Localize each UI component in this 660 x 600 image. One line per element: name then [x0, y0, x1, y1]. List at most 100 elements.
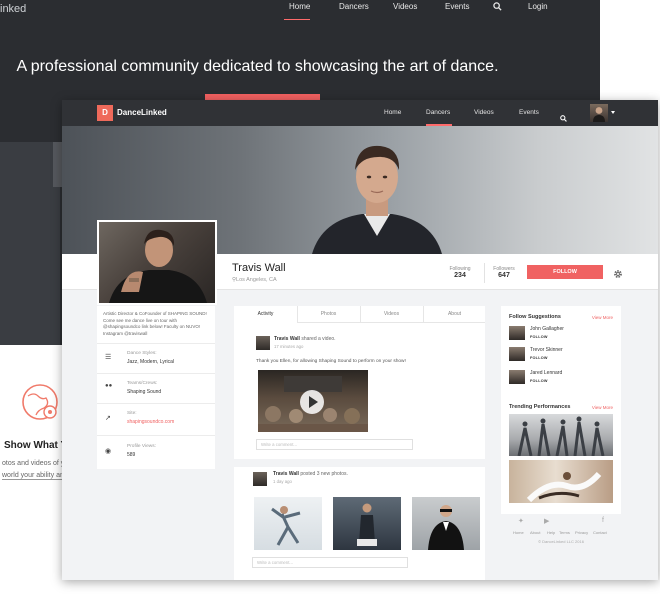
tab-activity[interactable]: Activity [234, 306, 297, 323]
post-time: 17 minutes ago [274, 344, 304, 349]
profile-photo[interactable] [97, 220, 217, 305]
group-icon: ●● [105, 383, 113, 389]
suggestion-follow-button[interactable]: FOLLOW [530, 356, 548, 362]
photo-thumbnail[interactable] [254, 497, 322, 550]
post-action: posted 3 new photos. [300, 471, 348, 477]
profile-name: Travis Wall [232, 262, 286, 274]
detail-label: Site: [127, 411, 137, 416]
tab-about[interactable]: About [423, 306, 486, 323]
footer-link-contact[interactable]: Contact [593, 530, 607, 535]
trending-image-1 [517, 416, 605, 456]
profile-about-panel: Artistic Director & CoFounder of SHAPING… [97, 306, 215, 469]
right-sidebar: Follow Suggestions View More John Gallag… [501, 306, 621, 514]
post-author-avatar[interactable] [253, 472, 267, 486]
photo-thumbnail[interactable] [412, 497, 480, 550]
copyright: © DanceLinked LLC 2016 [538, 539, 584, 544]
suggestion-name[interactable]: John Gallagher [530, 326, 564, 332]
profile-location-text: Los Angeles, CA [236, 277, 277, 283]
trending-title: Trending Performances [509, 404, 571, 410]
dancer-photo-3 [428, 505, 464, 550]
followers-count[interactable]: 647 [484, 272, 524, 279]
bg-feature-text-1: otos and videos of y [2, 460, 65, 467]
detail-value: Shaping Sound [127, 389, 162, 395]
post-time: 1 day ago [273, 479, 292, 484]
navbar: D DanceLinked Home Dancers Videos Events [62, 100, 658, 126]
detail-profile-views: ◉ Profile Views: 589 [97, 435, 215, 469]
bg-nav-dancers[interactable]: Dancers [339, 2, 369, 11]
detail-teams: ●● Teams/Crews: Shaping Sound [97, 373, 215, 403]
tab-photos[interactable]: Photos [297, 306, 360, 323]
suggestion-avatar[interactable] [509, 370, 525, 384]
comment-input[interactable]: Write a comment... [252, 557, 408, 568]
bg-feature-section [0, 345, 62, 505]
logo-mark[interactable]: D [97, 105, 113, 121]
post-action: shared a video. [301, 336, 336, 342]
profile-window: D DanceLinked Home Dancers Videos Events [62, 100, 658, 580]
background-logo[interactable]: inked [0, 3, 26, 15]
trending-video-thumbnail[interactable] [509, 414, 613, 456]
post-author[interactable]: Travis Wall [274, 336, 300, 342]
trending-view-more-link[interactable]: View More [592, 405, 613, 410]
tab-videos[interactable]: Videos [360, 306, 423, 323]
cover-portrait-image [312, 145, 442, 254]
following-count[interactable]: 234 [440, 272, 480, 279]
bg-nav-home[interactable]: Home [289, 2, 310, 11]
dancer-photo-2 [357, 503, 377, 546]
bg-nav-events[interactable]: Events [445, 2, 469, 11]
nav-videos[interactable]: Videos [474, 109, 494, 116]
suggestion-name[interactable]: Jared Lennard [530, 370, 562, 376]
eye-icon: ◉ [105, 448, 112, 455]
post-header: Travis Wall posted 3 new photos. [273, 471, 348, 477]
photo-thumbnail[interactable] [333, 497, 401, 550]
suggestion-name[interactable]: Trevor Skinner [530, 347, 563, 353]
follow-button[interactable]: FOLLOW [527, 265, 603, 279]
gear-icon[interactable] [613, 266, 623, 284]
footer-link-home[interactable]: Home [513, 530, 524, 535]
post-author[interactable]: Travis Wall [273, 471, 299, 477]
bg-feature-text-2: world your ability and [2, 472, 68, 480]
detail-value: Jazz, Modern, Lyrical [127, 359, 175, 365]
search-icon[interactable] [560, 109, 567, 127]
footer-link-help[interactable]: Help [547, 530, 555, 535]
bg-device-edge [53, 142, 62, 187]
post-author-avatar[interactable] [256, 336, 270, 350]
detail-dance-styles: ☰ Dance Styles: Jazz, Modern, Lyrical [97, 343, 215, 373]
trending-video-thumbnail[interactable] [509, 460, 613, 503]
external-link-icon: ↗ [105, 415, 111, 422]
video-thumbnail[interactable] [258, 370, 368, 432]
follow-suggestions-title: Follow Suggestions [509, 314, 561, 320]
suggestion-follow-button[interactable]: FOLLOW [530, 379, 548, 385]
bg-active-indicator [284, 19, 310, 20]
bg-nav-login[interactable]: Login [528, 2, 548, 11]
view-more-link[interactable]: View More [592, 315, 613, 320]
suggestion-avatar[interactable] [509, 347, 525, 361]
footer-link-privacy[interactable]: Privacy [575, 530, 588, 535]
profile-bio: Artistic Director & CoFounder of SHAPING… [103, 311, 207, 336]
suggestion-avatar[interactable] [509, 326, 525, 340]
play-icon[interactable] [300, 390, 324, 414]
profile-tabs: Activity Photos Videos About [234, 306, 485, 323]
comment-input[interactable]: Write a comment... [256, 439, 413, 450]
footer-link-about[interactable]: About [530, 530, 540, 535]
post-text: Thank you Ellen, for allowing Shaping So… [256, 359, 406, 364]
nav-events[interactable]: Events [519, 109, 539, 116]
chevron-down-icon[interactable] [611, 111, 615, 114]
site-link[interactable]: shapingsoundco.com [127, 419, 174, 425]
youtube-icon[interactable]: ▶ [544, 517, 549, 525]
bg-nav-videos[interactable]: Videos [393, 2, 417, 11]
user-avatar[interactable] [590, 104, 608, 122]
globe-icon [22, 384, 58, 420]
nav-dancers[interactable]: Dancers [426, 109, 450, 116]
background-navbar: inked Home Dancers Videos Events Login [0, 0, 600, 22]
footer: ✦ ▶ f Home About Help Terms Privacy Cont… [501, 514, 621, 554]
facebook-icon[interactable]: f [602, 517, 604, 524]
twitter-icon[interactable]: ✦ [518, 517, 524, 525]
bg-device-screen [0, 142, 60, 345]
nav-home[interactable]: Home [384, 109, 401, 116]
logo-text[interactable]: DanceLinked [117, 108, 167, 117]
profile-location: ⚲Los Angeles, CA [232, 277, 277, 283]
bg-search-icon[interactable] [493, 2, 502, 13]
footer-link-terms[interactable]: Terms [559, 530, 570, 535]
suggestion-follow-button[interactable]: FOLLOW [530, 335, 548, 341]
post-header: Travis Wall shared a video. [274, 336, 336, 342]
